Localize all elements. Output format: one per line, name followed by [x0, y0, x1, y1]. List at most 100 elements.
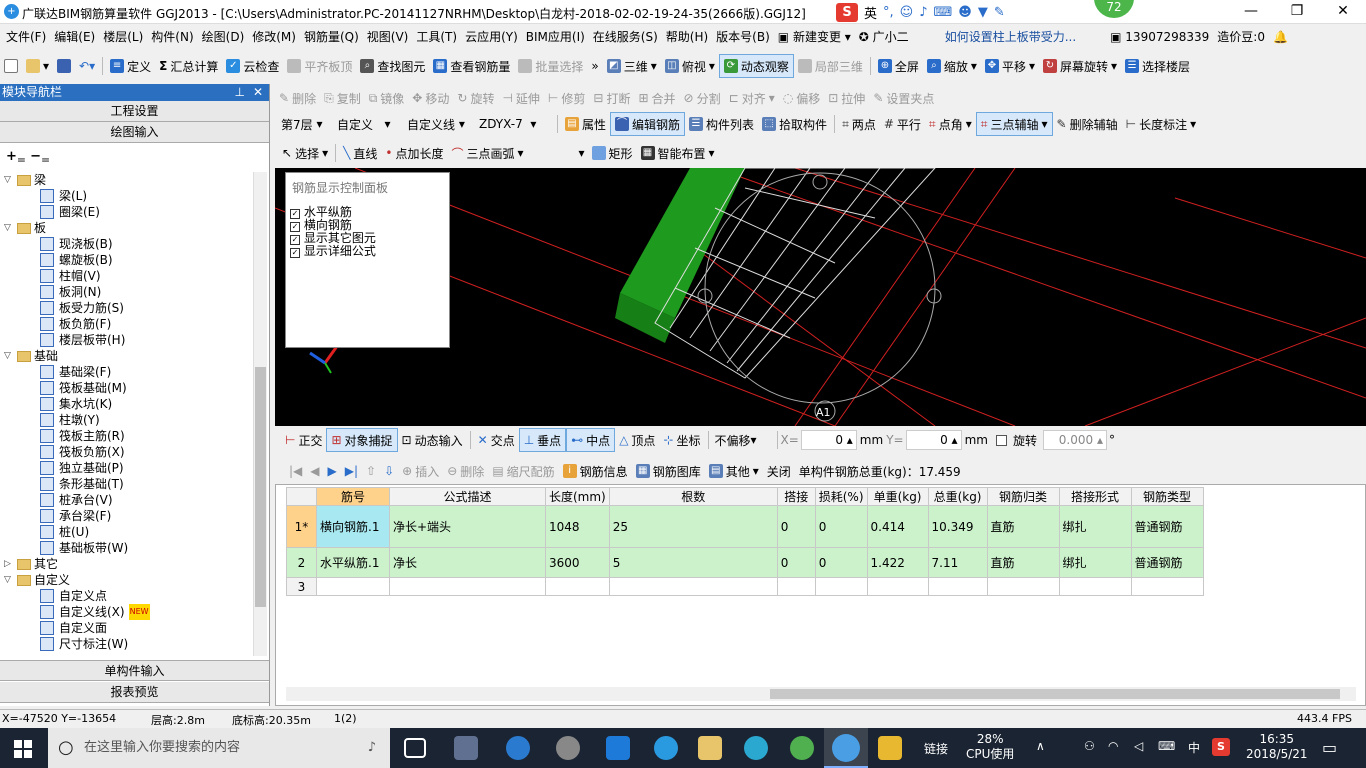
tree-node[interactable]: 自定义点: [4, 588, 254, 604]
smart-layout-button[interactable]: ▦ 智能布置 ▾: [637, 141, 719, 165]
project-settings-button[interactable]: 工程设置: [0, 101, 269, 122]
report-preview-button[interactable]: 报表预览: [0, 682, 269, 703]
cell[interactable]: [316, 577, 390, 596]
align-button[interactable]: ⊏ 对齐 ▾: [725, 86, 779, 110]
other-button[interactable]: ▤ 其他 ▾: [705, 459, 763, 483]
menu-online[interactable]: 在线服务(S): [589, 24, 662, 50]
pick-component-button[interactable]: ⬚ 拾取构件: [758, 112, 831, 136]
tree-node[interactable]: 圈梁(E): [4, 204, 254, 220]
ie-edge-icon[interactable]: [506, 736, 530, 760]
three-point-arc-button[interactable]: ⌒ 三点画弧 ▾: [447, 141, 527, 165]
taskbar-link[interactable]: 链接: [924, 740, 948, 757]
col-loss[interactable]: 损耗(%): [814, 487, 868, 506]
tree-node[interactable]: 柱墩(Y): [4, 412, 254, 428]
two-points-button[interactable]: ⌗ 两点: [838, 112, 880, 136]
menu-question-link[interactable]: 如何设置柱上板带受力...: [941, 24, 1080, 50]
cell[interactable]: 25: [608, 505, 778, 548]
col-lap-type[interactable]: 搭接形式: [1058, 487, 1132, 506]
move-button[interactable]: ✥ 移动: [408, 86, 453, 110]
tree-node[interactable]: 筏板基础(M): [4, 380, 254, 396]
fullscreen-button[interactable]: ⊕ 全屏: [874, 54, 923, 78]
scale-rebar-button[interactable]: ▤ 缩尺配筋: [488, 459, 558, 483]
dynamic-input-button[interactable]: ⊡ 动态输入: [398, 428, 467, 452]
pin-icon[interactable]: ⊥: [235, 84, 245, 101]
edge-icon[interactable]: [606, 736, 630, 760]
menu-bim[interactable]: BIM应用(I): [522, 24, 589, 50]
tree-node[interactable]: ▽ 自定义: [4, 572, 254, 588]
set-grip-button[interactable]: ✎ 设置夹点: [869, 86, 938, 110]
cpu-meter[interactable]: 28% CPU使用: [966, 732, 1014, 762]
open-file-icon[interactable]: ▾: [22, 54, 53, 78]
tree-node[interactable]: 筏板主筋(R): [4, 428, 254, 444]
rebar-grid[interactable]: 筋号 公式描述 长度(mm) 根数 搭接 损耗(%) 单重(kg) 总重(kg)…: [275, 484, 1366, 706]
collapse-icon[interactable]: ▽: [4, 172, 14, 188]
ime-emoji-icon[interactable]: ☺: [900, 5, 914, 20]
notification-icon[interactable]: ▭: [1322, 738, 1337, 757]
line-button[interactable]: ╲ 直线: [339, 141, 381, 165]
cell[interactable]: 5: [608, 547, 778, 578]
col-total-weight[interactable]: 总重(kg): [927, 487, 988, 506]
grid-delete-button[interactable]: ⊖ 删除: [443, 459, 488, 483]
object-snap-button[interactable]: ⊞ 对象捕捉: [326, 428, 398, 452]
cell[interactable]: 净长: [389, 547, 546, 578]
menu-floor[interactable]: 楼层(L): [99, 24, 147, 50]
define-button[interactable]: ≡ 定义: [106, 54, 155, 78]
trim-button[interactable]: ⊢ 修剪: [544, 86, 589, 110]
three-point-axis-button[interactable]: ⌗ 三点辅轴 ▾: [975, 112, 1053, 136]
tree-node[interactable]: ▽ 梁: [4, 172, 254, 188]
insert-button[interactable]: ⊕ 插入: [398, 459, 443, 483]
single-component-input-button[interactable]: 单构件输入: [0, 660, 269, 681]
expand-collapse-icons[interactable]: += −=: [0, 143, 269, 169]
sogou-icon[interactable]: S: [836, 3, 858, 22]
local-3d-button[interactable]: 局部三维: [794, 54, 867, 78]
row-number[interactable]: 2: [286, 547, 317, 578]
menu-beans[interactable]: 造价豆:0: [1213, 24, 1269, 50]
move-up-icon[interactable]: ⇧: [362, 459, 380, 483]
task-view-icon[interactable]: [404, 738, 426, 758]
extend-button[interactable]: ⊣ 延伸: [498, 86, 543, 110]
tree-node[interactable]: 条形基础(T): [4, 476, 254, 492]
close-grid-button[interactable]: 关闭: [763, 459, 795, 483]
close-button[interactable]: ✕: [1320, 0, 1366, 24]
select-button[interactable]: ↖ 选择 ▾: [278, 141, 332, 165]
split-button[interactable]: ⊘ 分割: [680, 86, 725, 110]
ie-icon[interactable]: [654, 736, 678, 760]
menu-guangxiaoer[interactable]: ✪ 广小二: [855, 24, 913, 50]
cell[interactable]: 直筋: [986, 505, 1060, 548]
cell[interactable]: [389, 577, 546, 596]
tree-node[interactable]: 尺寸标注(W): [4, 636, 254, 652]
ime-punct-icon[interactable]: °,: [883, 5, 894, 20]
tree-node[interactable]: 基础板带(W): [4, 540, 254, 556]
cell[interactable]: 3600: [545, 547, 610, 578]
cell[interactable]: [866, 577, 929, 596]
cell[interactable]: 绑扎: [1058, 547, 1132, 578]
menu-component[interactable]: 构件(N): [147, 24, 197, 50]
windows-start-icon[interactable]: [14, 740, 32, 758]
col-count[interactable]: 根数: [608, 487, 778, 506]
next-record-icon[interactable]: ▶: [324, 459, 341, 483]
break-button[interactable]: ⊟ 打断: [589, 86, 634, 110]
more-arrow-icon[interactable]: »: [587, 54, 602, 78]
cell[interactable]: 普通钢筋: [1130, 547, 1204, 578]
find-element-button[interactable]: ⌕ 查找图元: [356, 54, 429, 78]
ortho-button[interactable]: ⊢ 正交: [281, 428, 326, 452]
minimize-button[interactable]: —: [1228, 0, 1274, 24]
menu-draw[interactable]: 绘图(D): [198, 24, 249, 50]
coordinate-button[interactable]: ⊹ 坐标: [659, 428, 704, 452]
tree-node[interactable]: ▽ 基础: [4, 348, 254, 364]
clock[interactable]: 16:35 2018/5/21: [1246, 732, 1308, 762]
cell[interactable]: [608, 577, 778, 596]
menu-phone[interactable]: ▣ 13907298339: [1106, 24, 1213, 50]
cell[interactable]: [545, 577, 610, 596]
cell[interactable]: 7.11: [927, 547, 988, 578]
x-input[interactable]: 0 ▴: [800, 430, 857, 450]
expand-icon[interactable]: ▷: [4, 556, 14, 572]
microphone-icon[interactable]: ♪: [368, 728, 376, 768]
cell[interactable]: 1048: [545, 505, 610, 548]
menu-file[interactable]: 文件(F): [2, 24, 50, 50]
table-row[interactable]: 1* 横向钢筋.1 净长+端头 1048 25 0 0 0.414 10.349…: [286, 505, 1204, 548]
rectangle-button[interactable]: 矩形: [588, 141, 637, 165]
tree-node[interactable]: 柱帽(V): [4, 268, 254, 284]
tree-node[interactable]: 螺旋板(B): [4, 252, 254, 268]
screen-rotate-button[interactable]: ↻ 屏幕旋转 ▾: [1039, 54, 1121, 78]
